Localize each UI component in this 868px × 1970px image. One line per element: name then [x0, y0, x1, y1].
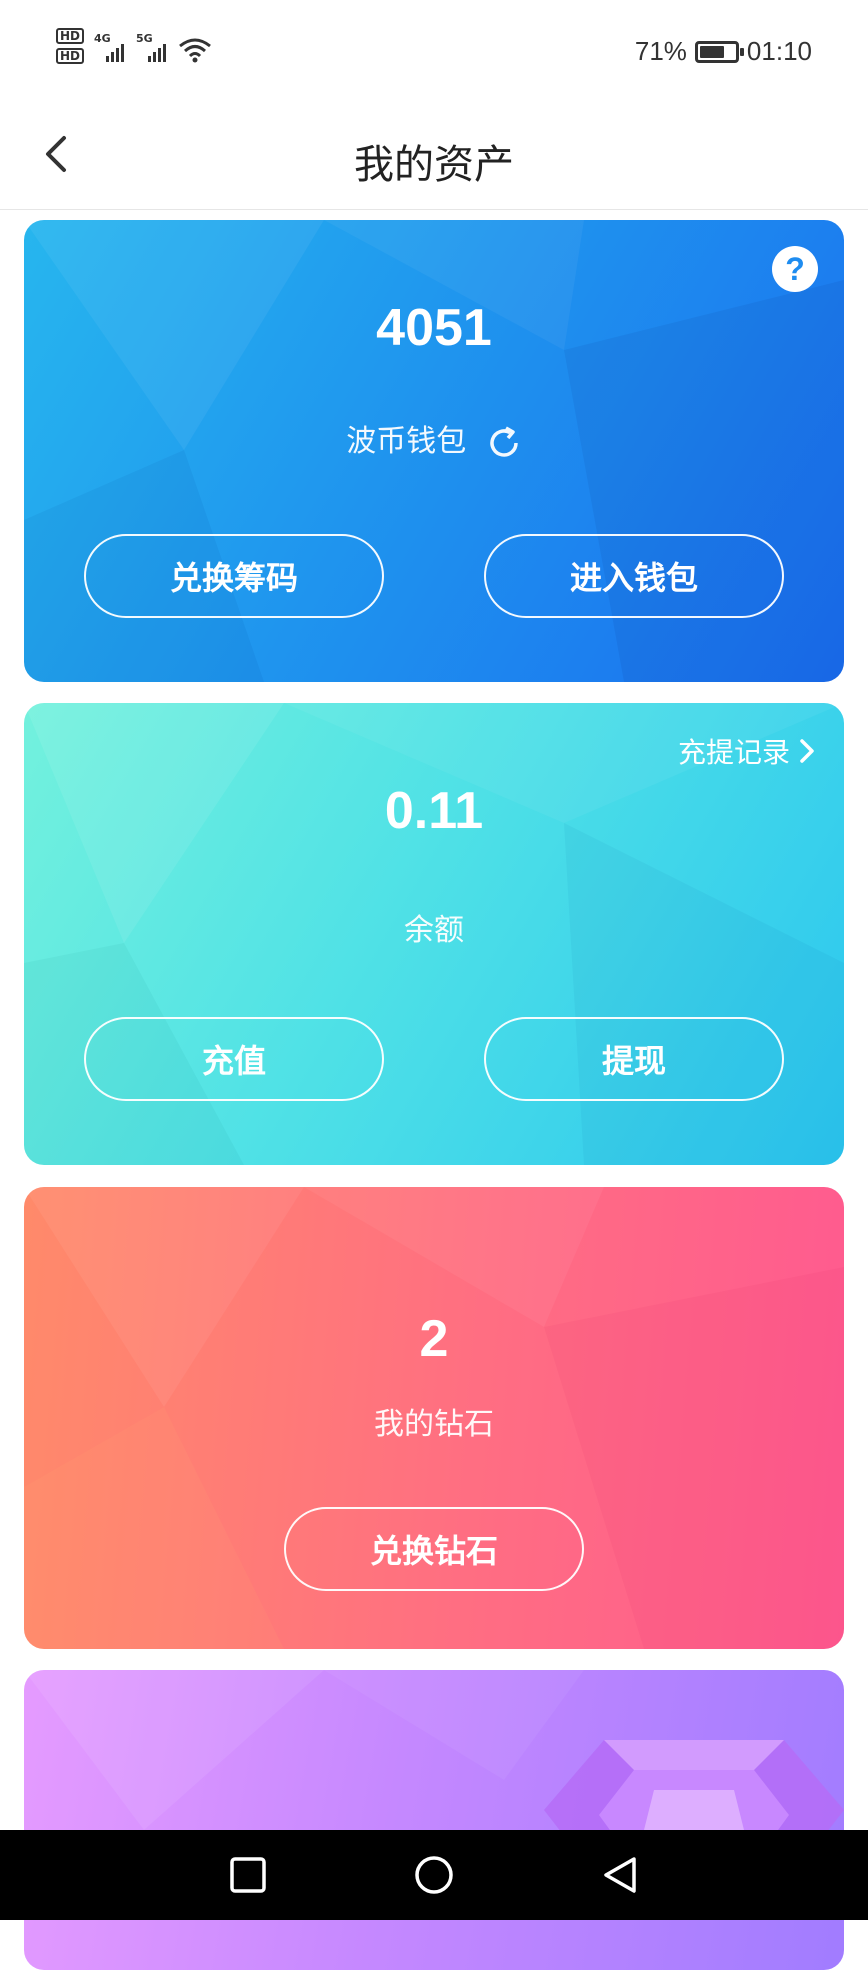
status-right: 71% 01:10 [635, 36, 812, 67]
system-nav-bar [0, 1830, 868, 1920]
help-icon[interactable]: ? [772, 246, 818, 292]
wallet-label-row: 波币钱包 [24, 416, 844, 461]
diamond-card: 2 我的钻石 兑换钻石 [24, 1187, 844, 1649]
diamond-label: 我的钻石 [374, 1407, 494, 1442]
signal-icon: 5G [136, 32, 168, 64]
gem-card [24, 1670, 844, 1970]
status-bar: HD HD 4G 5G 71% 01:10 [0, 0, 868, 100]
signal-icon: 4G [94, 32, 126, 64]
balance-card: 充提记录 0.11 余额 充值 提现 [24, 703, 844, 1165]
wallet-card: ? 4051 波币钱包 兑换筹码 进入钱包 [24, 220, 844, 682]
app-header: 我的资产 [0, 100, 868, 210]
home-circle-icon[interactable] [414, 1855, 454, 1895]
exchange-chips-button[interactable]: 兑换筹码 [84, 534, 384, 618]
wifi-icon [179, 38, 211, 63]
balance-amount: 0.11 [384, 782, 484, 840]
enter-wallet-button[interactable]: 进入钱包 [484, 534, 784, 618]
refresh-icon[interactable] [486, 425, 522, 461]
diamond-count: 2 [419, 1310, 449, 1368]
withdraw-button[interactable]: 提现 [484, 1017, 784, 1101]
hd-indicators: HD HD [56, 28, 85, 64]
status-left: HD HD 4G 5G [56, 28, 212, 64]
battery-level [699, 45, 724, 58]
recents-square-icon[interactable] [228, 1855, 268, 1895]
back-triangle-icon[interactable] [600, 1855, 640, 1895]
wallet-label: 波币钱包 [346, 424, 467, 459]
chevron-right-icon [800, 739, 814, 763]
exchange-diamond-button[interactable]: 兑换钻石 [284, 1507, 584, 1591]
battery-percent: 71% [634, 36, 687, 66]
records-link[interactable]: 充提记录 [678, 731, 816, 771]
page-title: 我的资产 [354, 142, 514, 188]
clock: 01:10 [746, 36, 812, 66]
hd-icon: HD [56, 48, 85, 64]
balance-label: 余额 [404, 913, 464, 948]
recharge-button[interactable]: 充值 [84, 1017, 384, 1101]
wallet-amount: 4051 [376, 299, 492, 357]
battery-charging-icon [694, 40, 744, 63]
hd-icon: HD [56, 28, 85, 44]
records-link-label: 充提记录 [677, 736, 790, 769]
